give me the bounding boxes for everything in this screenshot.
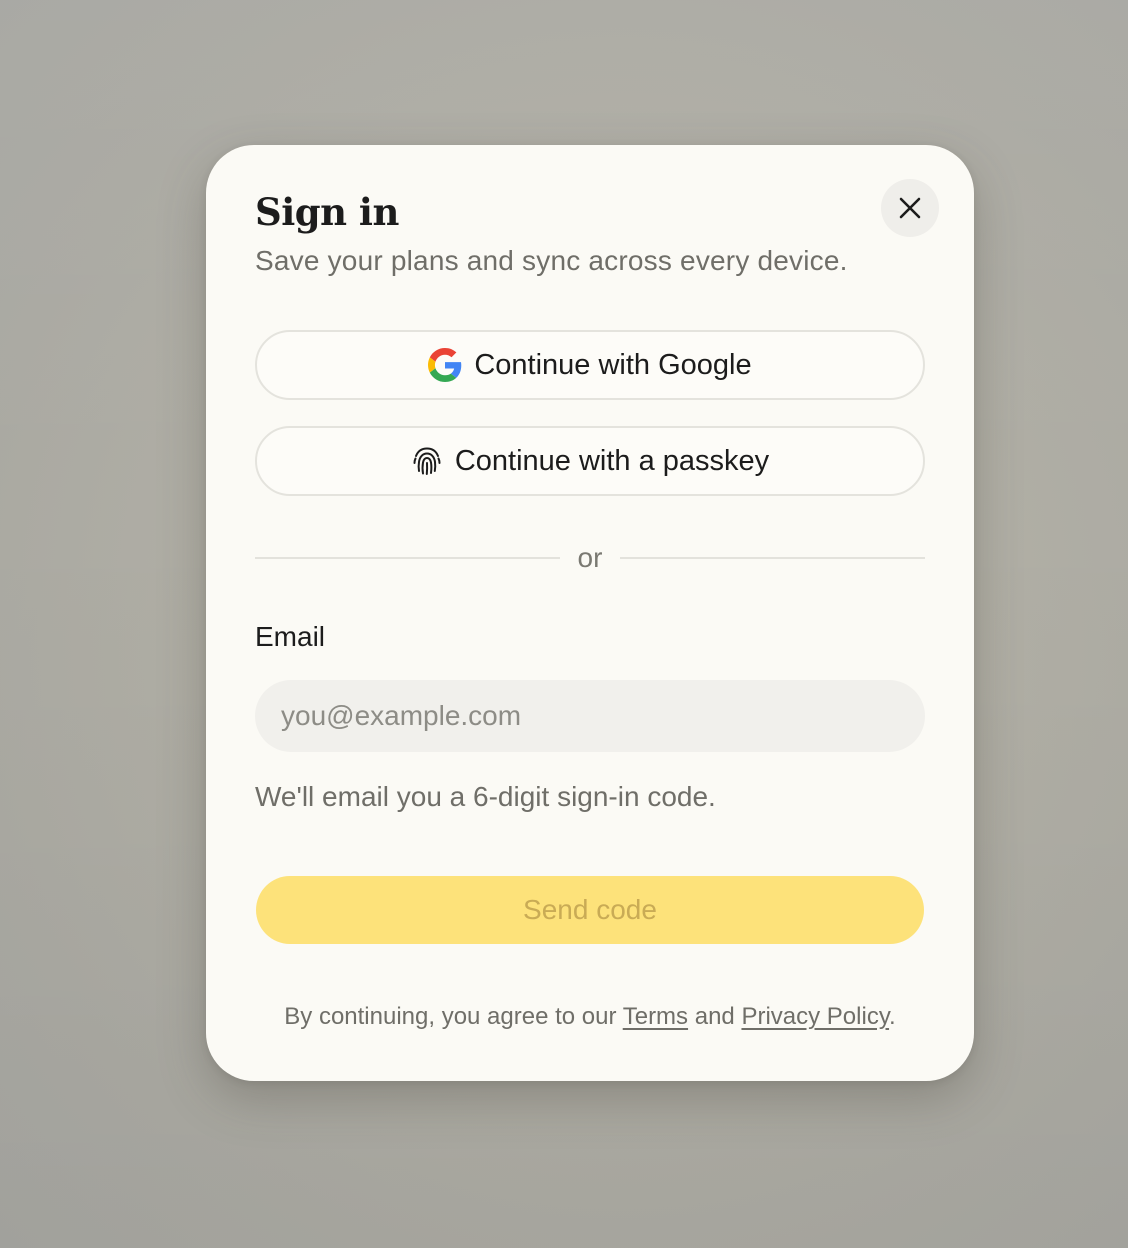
google-logo-icon [428,348,462,382]
legal-middle: and [688,1003,742,1030]
email-input[interactable] [255,680,925,752]
fingerprint-icon [411,445,443,477]
passkey-button-label: Continue with a passkey [454,444,770,477]
email-label: Email [255,621,326,652]
legal-notice: By continuing, you agree to our Terms an… [206,1000,974,1034]
google-button-label: Continue with Google [474,348,752,381]
send-code-button[interactable]: Send code [256,876,924,944]
email-hint: We'll email you a 6-digit sign-in code. [255,781,716,812]
terms-link[interactable]: Terms [623,1003,688,1030]
sign-in-dialog: Sign in Save your plans and sync across … [206,145,974,1081]
continue-with-passkey-button[interactable]: Continue with a passkey [255,426,925,496]
dialog-title: Sign in [255,190,399,234]
divider-line-left [255,557,560,559]
continue-with-google-button[interactable]: Continue with Google [255,330,925,400]
divider-label: or [577,542,603,573]
divider-line-right [620,557,925,559]
privacy-policy-link[interactable]: Privacy Policy [741,1003,889,1030]
dialog-subtitle: Save your plans and sync across every de… [255,245,848,276]
close-icon [898,196,922,220]
legal-suffix: . [889,1003,896,1030]
close-button[interactable] [881,179,939,237]
legal-prefix: By continuing, you agree to our [284,1003,623,1030]
or-divider: or [255,538,925,578]
